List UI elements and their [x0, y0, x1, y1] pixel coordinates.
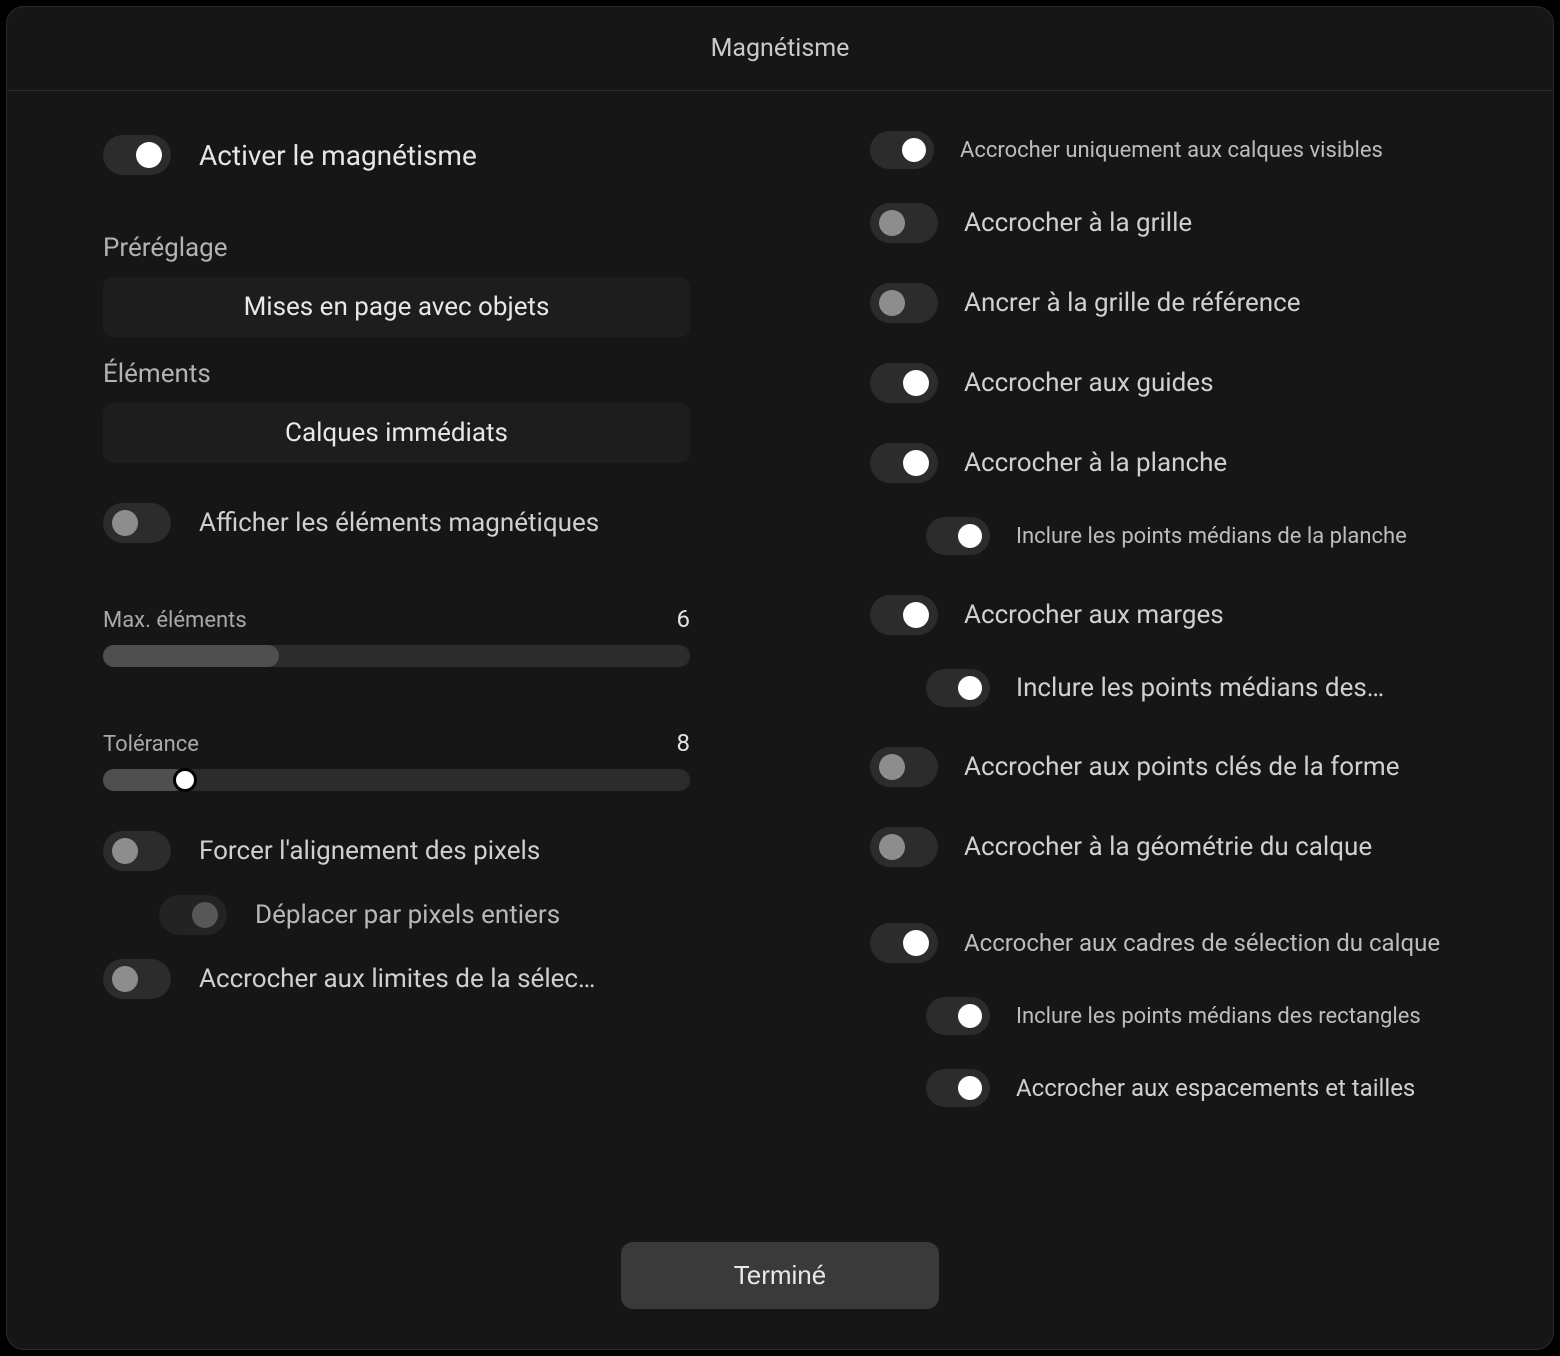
snap-artboard-row: Accrocher à la planche — [870, 443, 1457, 483]
show-elements-toggle[interactable] — [103, 503, 171, 543]
include-rect-mid-row: Inclure les points médians des rectangle… — [870, 997, 1457, 1035]
snap-guides-label: Accrocher aux guides — [964, 368, 1457, 398]
snap-keypoints-label: Accrocher aux points clés de la forme — [964, 752, 1457, 782]
include-margin-mid-label: Inclure les points médians des… — [1016, 673, 1457, 703]
snap-artboard-label: Accrocher à la planche — [964, 448, 1457, 478]
snap-bbox-label: Accrocher aux cadres de sélection du cal… — [964, 929, 1457, 957]
snap-selection-bounds-row: Accrocher aux limites de la sélec… — [103, 959, 690, 999]
snap-selection-bounds-label: Accrocher aux limites de la sélec… — [199, 964, 690, 994]
max-elements-value: 6 — [677, 605, 691, 633]
elements-value: Calques immédiats — [285, 418, 508, 448]
snap-keypoints-toggle[interactable] — [870, 747, 938, 787]
elements-label: Éléments — [103, 359, 690, 389]
elements-select[interactable]: Calques immédiats — [103, 403, 690, 463]
titlebar: Magnétisme — [7, 7, 1553, 91]
anchor-ref-grid-label: Ancrer à la grille de référence — [964, 288, 1457, 318]
snap-keypoints-row: Accrocher aux points clés de la forme — [870, 747, 1457, 787]
include-artboard-mid-row: Inclure les points médians de la planche — [870, 517, 1457, 555]
enable-snapping-label: Activer le magnétisme — [199, 139, 690, 172]
include-rect-mid-toggle[interactable] — [926, 997, 990, 1035]
snap-layer-geom-toggle[interactable] — [870, 827, 938, 867]
snap-selection-bounds-toggle[interactable] — [103, 959, 171, 999]
move-whole-pixels-label: Déplacer par pixels entiers — [255, 900, 690, 930]
show-elements-row: Afficher les éléments magnétiques — [103, 503, 690, 543]
include-artboard-mid-toggle[interactable] — [926, 517, 990, 555]
preset-value: Mises en page avec objets — [244, 292, 550, 322]
snap-grid-toggle[interactable] — [870, 203, 938, 243]
snap-spacing-label: Accrocher aux espacements et tailles — [1016, 1074, 1457, 1102]
preset-label: Préréglage — [103, 233, 690, 263]
window-title: Magnétisme — [711, 34, 850, 63]
snap-guides-toggle[interactable] — [870, 363, 938, 403]
left-column: Activer le magnétisme Préréglage Mises e… — [103, 135, 690, 1216]
done-button[interactable]: Terminé — [621, 1242, 939, 1309]
force-pixel-label: Forcer l'alignement des pixels — [199, 836, 690, 866]
tolerance-thumb[interactable] — [173, 768, 197, 792]
tolerance-slider[interactable] — [103, 769, 690, 791]
visible-layers-toggle[interactable] — [870, 131, 934, 169]
force-pixel-toggle[interactable] — [103, 831, 171, 871]
anchor-ref-grid-row: Ancrer à la grille de référence — [870, 283, 1457, 323]
right-column: Accrocher uniquement aux calques visible… — [870, 135, 1457, 1216]
snap-margins-label: Accrocher aux marges — [964, 600, 1457, 630]
include-artboard-mid-label: Inclure les points médians de la planche — [1016, 524, 1457, 549]
tolerance-value: 8 — [677, 729, 691, 757]
snap-grid-row: Accrocher à la grille — [870, 203, 1457, 243]
snap-layer-geom-row: Accrocher à la géométrie du calque — [870, 827, 1457, 867]
anchor-ref-grid-toggle[interactable] — [870, 283, 938, 323]
snap-spacing-row: Accrocher aux espacements et tailles — [870, 1069, 1457, 1107]
max-elements-slider[interactable] — [103, 645, 690, 667]
include-rect-mid-label: Inclure les points médians des rectangle… — [1016, 1004, 1457, 1029]
max-elements-label: Max. éléments — [103, 608, 247, 633]
include-margin-mid-toggle[interactable] — [926, 669, 990, 707]
snapping-preferences-window: Magnétisme Activer le magnétisme Prérégl… — [6, 6, 1554, 1350]
snap-layer-geom-label: Accrocher à la géométrie du calque — [964, 832, 1457, 862]
snap-guides-row: Accrocher aux guides — [870, 363, 1457, 403]
snap-grid-label: Accrocher à la grille — [964, 208, 1457, 238]
move-whole-pixels-toggle[interactable] — [159, 895, 227, 935]
snap-margins-toggle[interactable] — [870, 595, 938, 635]
tolerance-label: Tolérance — [103, 732, 199, 757]
visible-layers-row: Accrocher uniquement aux calques visible… — [870, 131, 1457, 169]
footer: Terminé — [7, 1216, 1553, 1349]
done-button-label: Terminé — [734, 1260, 826, 1290]
include-margin-mid-row: Inclure les points médians des… — [870, 669, 1457, 707]
snap-bbox-row: Accrocher aux cadres de sélection du cal… — [870, 923, 1457, 963]
enable-snapping-toggle[interactable] — [103, 135, 171, 175]
show-elements-label: Afficher les éléments magnétiques — [199, 508, 690, 538]
force-pixel-row: Forcer l'alignement des pixels — [103, 831, 690, 871]
snap-margins-row: Accrocher aux marges — [870, 595, 1457, 635]
tolerance-block: Tolérance 8 — [103, 729, 690, 791]
move-whole-pixels-row: Déplacer par pixels entiers — [103, 895, 690, 935]
snap-artboard-toggle[interactable] — [870, 443, 938, 483]
content-area: Activer le magnétisme Préréglage Mises e… — [7, 91, 1553, 1216]
snap-spacing-toggle[interactable] — [926, 1069, 990, 1107]
max-elements-block: Max. éléments 6 — [103, 605, 690, 667]
visible-layers-label: Accrocher uniquement aux calques visible… — [960, 138, 1457, 163]
preset-select[interactable]: Mises en page avec objets — [103, 277, 690, 337]
enable-snapping-row: Activer le magnétisme — [103, 135, 690, 175]
max-elements-fill — [103, 645, 279, 667]
snap-bbox-toggle[interactable] — [870, 923, 938, 963]
